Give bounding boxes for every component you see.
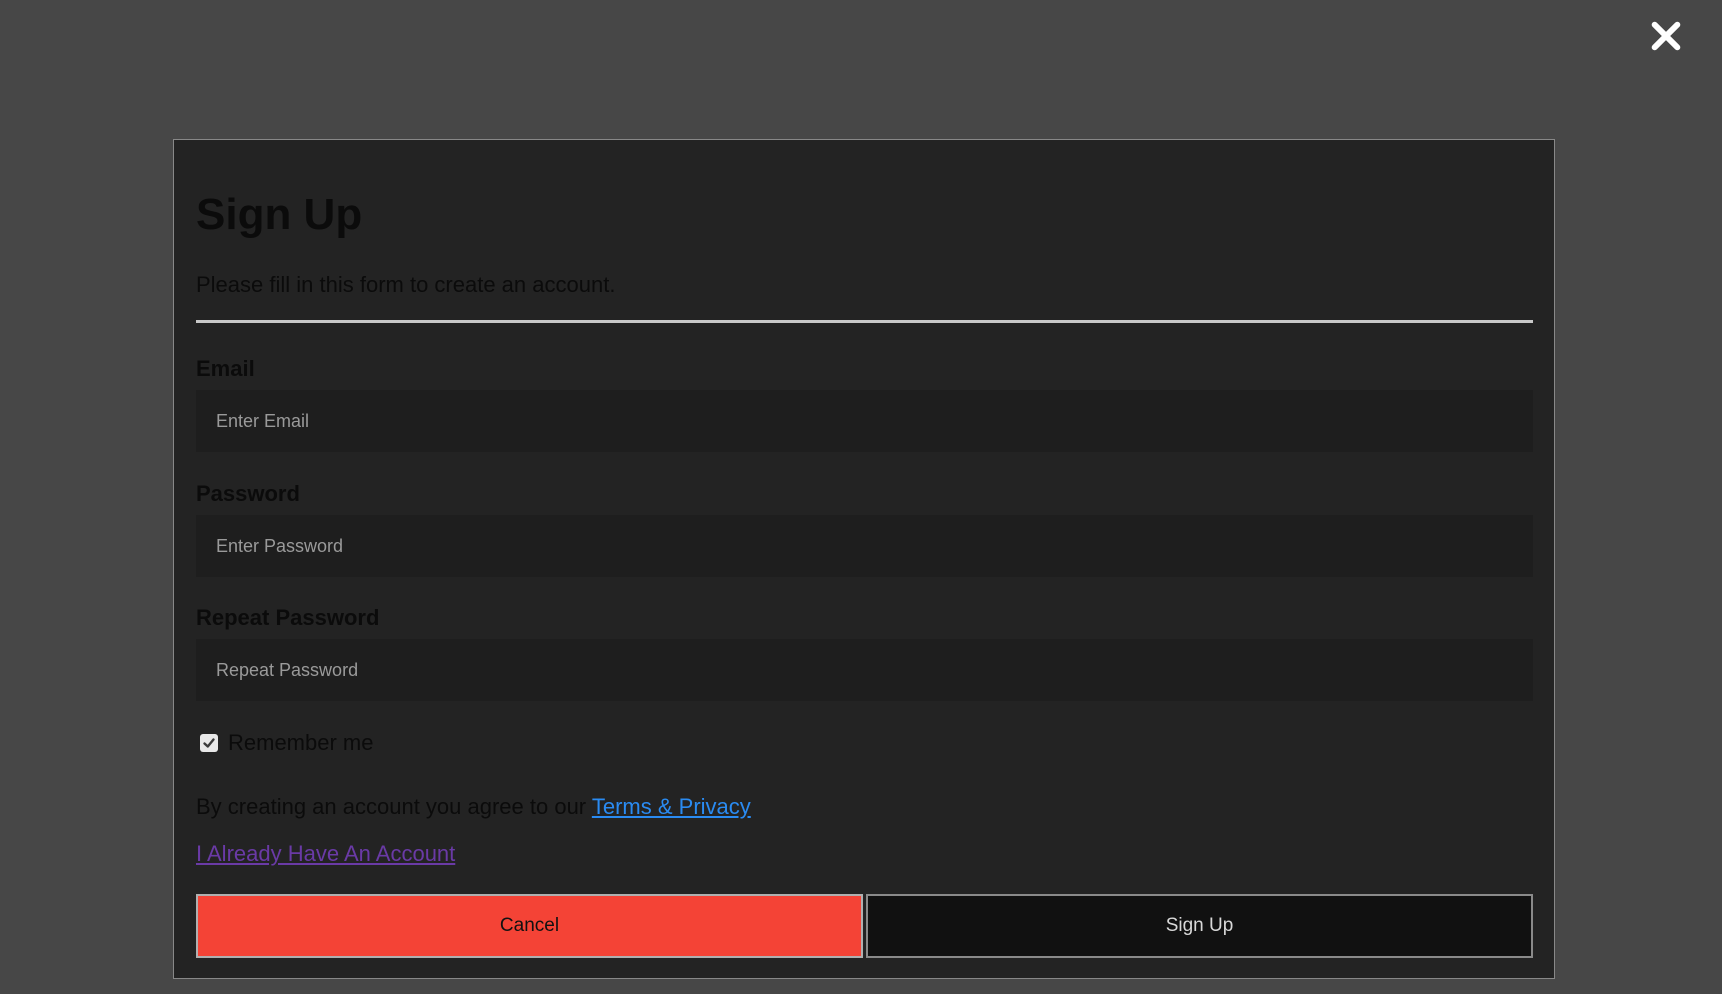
email-label: Email xyxy=(196,356,255,381)
terms-prefix: By creating an account you agree to our xyxy=(196,794,592,819)
password-field[interactable] xyxy=(196,515,1533,577)
modal-overlay: Sign Up Please fill in this form to crea… xyxy=(0,0,1722,994)
email-field[interactable] xyxy=(196,390,1533,452)
cancel-button[interactable]: Cancel xyxy=(196,894,863,958)
repeat-password-field[interactable] xyxy=(196,639,1533,701)
remember-me-checkbox[interactable] xyxy=(200,734,218,752)
page-title: Sign Up xyxy=(196,190,363,239)
divider xyxy=(196,320,1533,323)
already-have-account-link[interactable]: I Already Have An Account xyxy=(196,841,455,867)
remember-me-row: Remember me xyxy=(200,730,373,756)
form-subtitle: Please fill in this form to create an ac… xyxy=(196,272,616,297)
terms-privacy-link[interactable]: Terms & Privacy xyxy=(592,794,751,819)
signup-modal: Sign Up Please fill in this form to crea… xyxy=(173,139,1555,979)
check-icon xyxy=(203,738,215,748)
repeat-password-label: Repeat Password xyxy=(196,605,380,630)
terms-text: By creating an account you agree to our … xyxy=(196,794,751,820)
password-label: Password xyxy=(196,481,300,506)
close-icon[interactable] xyxy=(1648,16,1684,56)
close-icon-glyph xyxy=(1651,21,1681,51)
signup-button[interactable]: Sign Up xyxy=(866,894,1533,958)
remember-me-label: Remember me xyxy=(228,730,374,755)
